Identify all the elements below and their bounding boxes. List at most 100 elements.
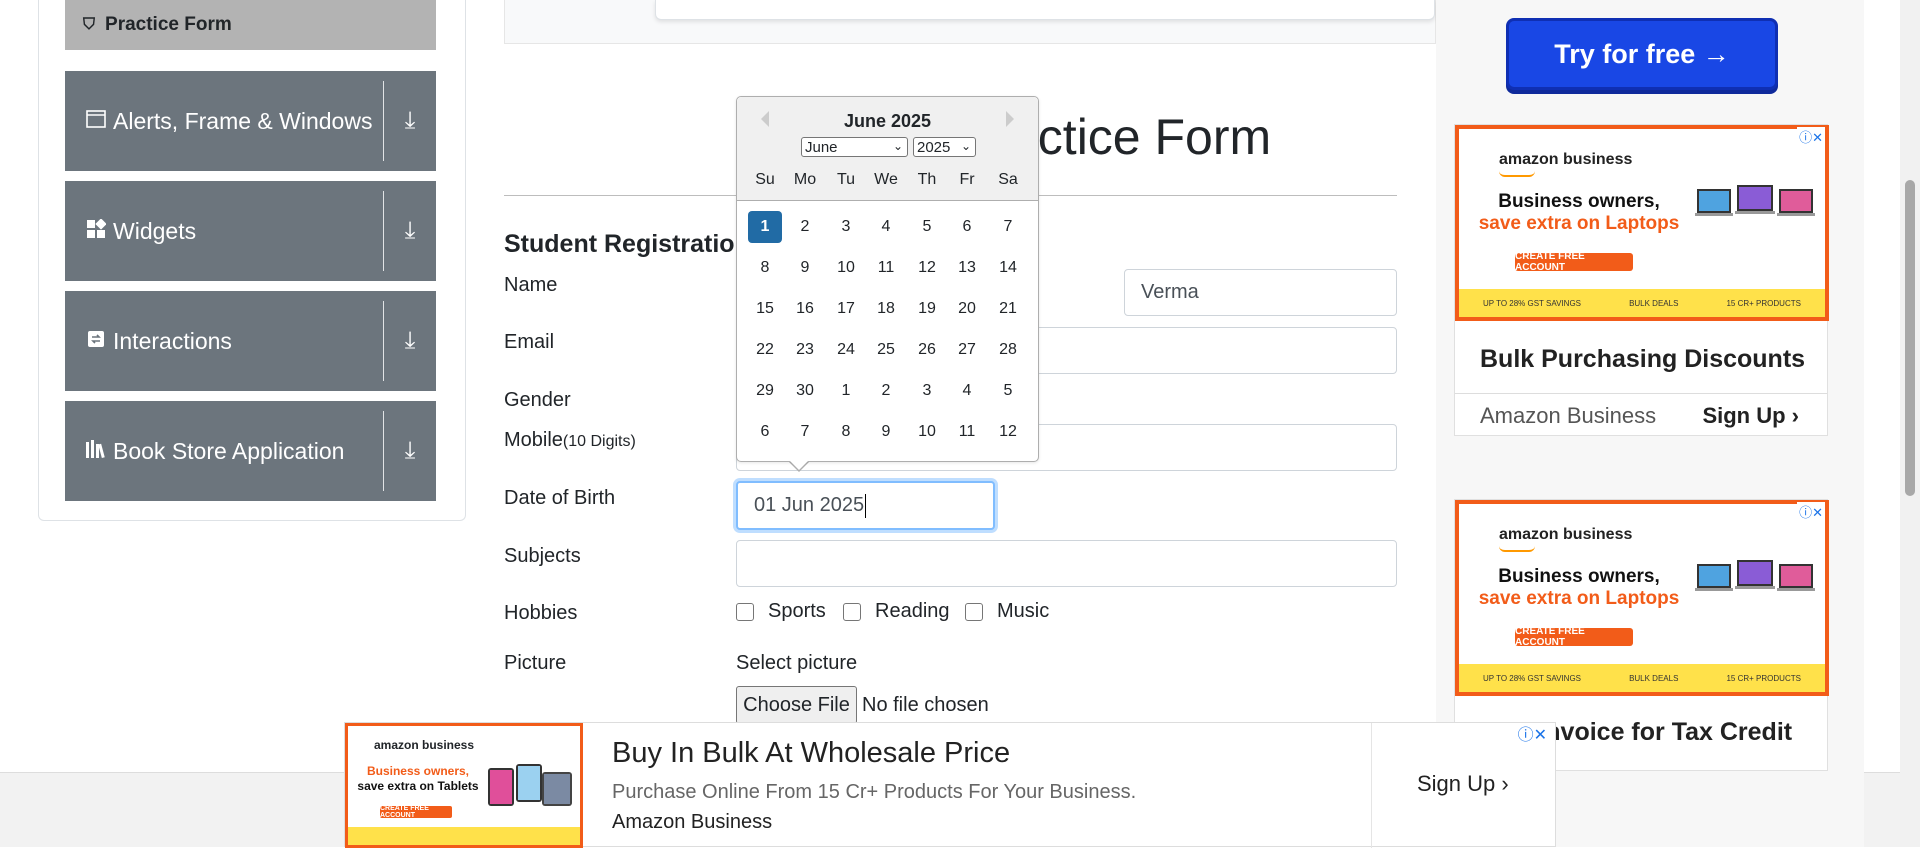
- calendar-day[interactable]: 6: [748, 416, 782, 448]
- calendar-day[interactable]: 22: [748, 334, 782, 366]
- calendar-day[interactable]: 3: [910, 375, 944, 407]
- calendar-day[interactable]: 17: [829, 293, 863, 325]
- ad-signup-button[interactable]: Sign Up ›: [1417, 771, 1509, 797]
- calendar-day[interactable]: 8: [748, 252, 782, 284]
- calendar-day[interactable]: 5: [910, 211, 944, 243]
- calendar-day[interactable]: 5: [991, 375, 1025, 407]
- day-name: Sa: [998, 171, 1018, 188]
- download-icon[interactable]: ⤓: [384, 437, 436, 465]
- laptops-image: [1695, 185, 1815, 216]
- day-name: Su: [755, 171, 775, 188]
- ad-image[interactable]: amazon business Business owners, save ext…: [345, 723, 583, 848]
- calendar-day[interactable]: 13: [950, 252, 984, 284]
- calendar-day[interactable]: 7: [788, 416, 822, 448]
- dob-input[interactable]: 01 Jun 2025: [736, 481, 995, 530]
- calendar-day[interactable]: 27: [950, 334, 984, 366]
- sidebar-group-interactions[interactable]: Interactions ⤓: [65, 291, 436, 391]
- ad-title[interactable]: Buy In Bulk At Wholesale Price: [612, 737, 1010, 770]
- calendar-day[interactable]: 6: [950, 211, 984, 243]
- next-month-icon[interactable]: [1006, 111, 1014, 127]
- gender-label: Gender: [504, 389, 571, 411]
- calendar-day[interactable]: 12: [910, 252, 944, 284]
- calendar-day[interactable]: 10: [910, 416, 944, 448]
- calendar-day[interactable]: 19: [910, 293, 944, 325]
- calendar-day[interactable]: 4: [869, 211, 903, 243]
- calendar-day[interactable]: 11: [869, 252, 903, 284]
- calendar-day[interactable]: 14: [991, 252, 1025, 284]
- checkbox-box[interactable]: [965, 602, 983, 621]
- window-icon: [85, 109, 107, 133]
- calendar-day[interactable]: 9: [788, 252, 822, 284]
- ad-advertiser: Amazon Business: [1480, 403, 1657, 428]
- try-for-free-button[interactable]: Try for free →: [1506, 18, 1778, 90]
- select-picture-label: Select picture: [736, 652, 858, 674]
- create-account-button[interactable]: CREATE FREE ACCOUNT: [1515, 251, 1633, 273]
- hobby-sports-checkbox[interactable]: Sports: [736, 600, 826, 623]
- calendar-day[interactable]: 20: [950, 293, 984, 325]
- books-icon: [85, 439, 107, 464]
- sidebar-group-alerts[interactable]: Alerts, Frame & Windows ⤓: [65, 71, 436, 171]
- calendar-day[interactable]: 16: [788, 293, 822, 325]
- create-account-button[interactable]: CREATE FREE ACCOUNT: [1515, 626, 1633, 648]
- calendar-day[interactable]: 23: [788, 334, 822, 366]
- hobby-reading-checkbox[interactable]: Reading: [843, 600, 950, 623]
- calendar-day[interactable]: 3: [829, 211, 863, 243]
- ad-close-icon[interactable]: ⓘ✕: [1518, 721, 1547, 745]
- day-name: We: [874, 171, 898, 188]
- calendar-day[interactable]: 7: [991, 211, 1025, 243]
- bottom-banner-ad[interactable]: amazon business Business owners, save ext…: [344, 721, 1556, 848]
- calendar-day[interactable]: 24: [829, 334, 863, 366]
- sidebar-group-label: Interactions: [113, 327, 232, 354]
- calendar-day[interactable]: 2: [869, 375, 903, 407]
- ad-title[interactable]: Bulk Purchasing Discounts: [1480, 345, 1805, 374]
- calendar-day[interactable]: 9: [869, 416, 903, 448]
- choose-file-button[interactable]: Choose File: [736, 686, 857, 724]
- ad-signup-button[interactable]: Sign Up ›: [1702, 403, 1799, 429]
- calendar-day[interactable]: 1: [748, 211, 782, 243]
- checkbox-box[interactable]: [843, 602, 861, 621]
- amazon-business-logo: amazon business: [1499, 526, 1633, 543]
- year-select[interactable]: 2025 ⌄: [913, 137, 976, 157]
- name-label: Name: [504, 274, 558, 296]
- ad-image[interactable]: amazon business Business owners, save ext…: [1455, 125, 1829, 321]
- ad-card-laptops[interactable]: amazon business Business owners, save ext…: [1454, 124, 1829, 436]
- subjects-input[interactable]: [736, 540, 1397, 587]
- sidebar-item-practice-form[interactable]: ⛉ Practice Form: [65, 0, 436, 50]
- top-ad-inner: [655, 0, 1435, 20]
- hobby-music-checkbox[interactable]: Music: [965, 600, 1049, 623]
- calendar-day[interactable]: 2: [788, 211, 822, 243]
- download-icon[interactable]: ⤓: [384, 217, 436, 245]
- ad-info-icon[interactable]: ⓘ✕: [1797, 127, 1825, 146]
- calendar-day[interactable]: 28: [991, 334, 1025, 366]
- laptops-image: [1695, 560, 1815, 591]
- calendar-day[interactable]: 26: [910, 334, 944, 366]
- calendar-day[interactable]: 15: [748, 293, 782, 325]
- month-select[interactable]: June ⌄: [801, 137, 908, 157]
- ad-image[interactable]: amazon business Business owners, save ext…: [1455, 500, 1829, 696]
- calendar-day[interactable]: 30: [788, 375, 822, 407]
- calendar-day[interactable]: 18: [869, 293, 903, 325]
- calendar-day[interactable]: 4: [950, 375, 984, 407]
- calendar-day[interactable]: 21: [991, 293, 1025, 325]
- download-icon[interactable]: ⤓: [384, 107, 436, 135]
- calendar-day[interactable]: 12: [991, 416, 1025, 448]
- sidebar-group-widgets[interactable]: Widgets ⤓: [65, 181, 436, 281]
- calendar-day[interactable]: 11: [950, 416, 984, 448]
- calendar-day[interactable]: 1: [829, 375, 863, 407]
- dob-label: Date of Birth: [504, 487, 616, 509]
- ad-info-icon[interactable]: ⓘ✕: [1797, 502, 1825, 521]
- sidebar-group-bookstore[interactable]: Book Store Application ⤓: [65, 401, 436, 501]
- calendar-day[interactable]: 29: [748, 375, 782, 407]
- calendar-day[interactable]: 25: [869, 334, 903, 366]
- hobbies-label: Hobbies: [504, 602, 578, 624]
- calendar-day[interactable]: 8: [829, 416, 863, 448]
- calendar-day[interactable]: 10: [829, 252, 863, 284]
- chevron-down-icon: ⌄: [892, 139, 903, 153]
- create-account-button[interactable]: CREATE FREE ACCOUNT: [380, 805, 452, 819]
- scrollbar-thumb[interactable]: [1905, 180, 1915, 496]
- email-label: Email: [504, 331, 555, 353]
- last-name-input[interactable]: Verma: [1124, 269, 1397, 316]
- download-icon[interactable]: ⤓: [384, 327, 436, 355]
- checkbox-box[interactable]: [736, 602, 754, 621]
- sidebar-item-label: Practice Form: [105, 14, 232, 35]
